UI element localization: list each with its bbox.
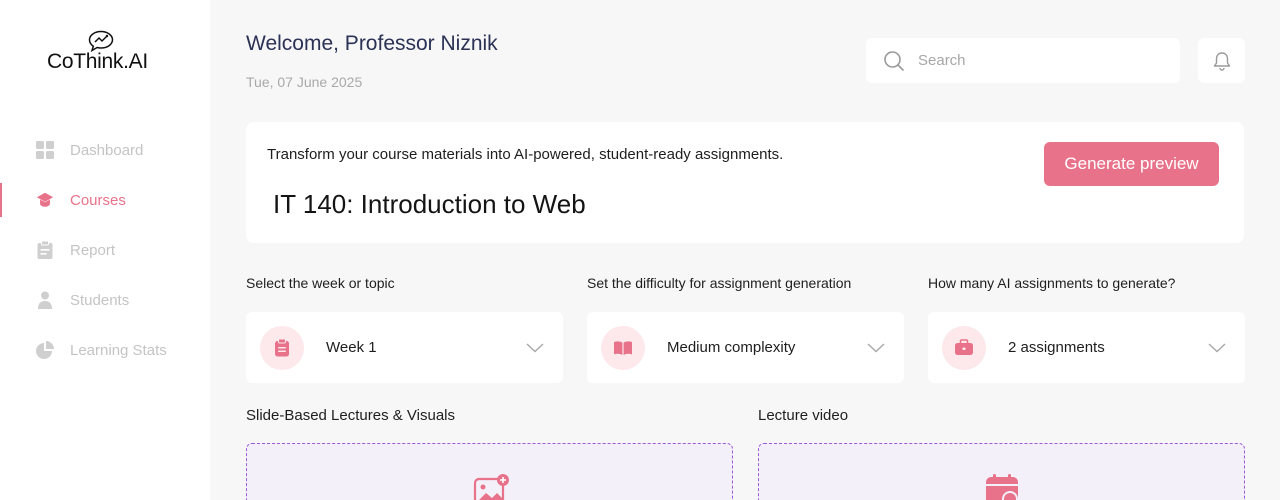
- week-select-value: Week 1: [326, 339, 377, 356]
- assignment-count-value: 2 assignments: [1008, 339, 1105, 356]
- dashboard-grid-icon: [36, 141, 54, 159]
- generate-preview-button[interactable]: Generate preview: [1044, 142, 1219, 186]
- bell-icon: [1213, 51, 1231, 71]
- graduation-cap-icon: [36, 191, 54, 209]
- chevron-down-icon: [866, 338, 886, 358]
- user-icon: [36, 291, 54, 309]
- week-select[interactable]: Week 1: [246, 312, 563, 383]
- sidebar-item-label: Students: [70, 291, 130, 309]
- video-upload-dropzone[interactable]: [758, 443, 1245, 500]
- slides-section-label: Slide-Based Lectures & Visuals: [246, 407, 456, 424]
- chevron-down-icon: [525, 338, 545, 358]
- search-input[interactable]: [918, 52, 1158, 69]
- week-select-label: Select the week or topic: [246, 275, 395, 291]
- briefcase-icon: [942, 325, 986, 370]
- brand-name: CoThink.AI: [47, 50, 148, 73]
- sidebar-item-students[interactable]: Students: [0, 275, 210, 325]
- current-date: Tue, 07 June 2025: [246, 74, 363, 90]
- open-book-icon: [601, 325, 645, 370]
- sidebar-item-learning-stats[interactable]: Learning Stats: [0, 325, 210, 375]
- difficulty-select-label: Set the difficulty for assignment genera…: [587, 275, 852, 291]
- sidebar-item-label: Courses: [70, 191, 126, 209]
- sidebar: CoThink.AI Dashboard Courses Report Stud…: [0, 0, 210, 500]
- sidebar-item-label: Learning Stats: [70, 341, 167, 359]
- assignment-count-label: How many AI assignments to generate?: [928, 275, 1176, 291]
- search-icon: [883, 50, 905, 72]
- sidebar-item-label: Report: [70, 241, 116, 259]
- clipboard-icon: [36, 241, 54, 259]
- course-hero-card: Transform your course materials into AI-…: [246, 122, 1244, 243]
- thought-bubble-icon: [88, 30, 114, 52]
- sidebar-item-dashboard[interactable]: Dashboard: [0, 125, 210, 175]
- difficulty-select[interactable]: Medium complexity: [587, 312, 904, 383]
- brand-logo[interactable]: CoThink.AI: [47, 30, 167, 76]
- search-box[interactable]: [866, 38, 1180, 83]
- hero-tagline: Transform your course materials into AI-…: [267, 146, 784, 163]
- pie-chart-icon: [36, 341, 54, 359]
- sidebar-nav: Dashboard Courses Report Students Learni…: [0, 125, 210, 375]
- slides-upload-dropzone[interactable]: [246, 443, 733, 500]
- difficulty-select-value: Medium complexity: [667, 339, 796, 356]
- image-add-icon: [473, 474, 509, 500]
- clipboard-icon: [260, 325, 304, 370]
- sidebar-item-label: Dashboard: [70, 141, 144, 159]
- sidebar-item-report[interactable]: Report: [0, 225, 210, 275]
- chevron-down-icon: [1207, 338, 1227, 358]
- notifications-button[interactable]: [1198, 38, 1245, 83]
- video-section-label: Lecture video: [758, 407, 849, 424]
- sidebar-item-courses[interactable]: Courses: [0, 175, 210, 225]
- assignment-count-select[interactable]: 2 assignments: [928, 312, 1245, 383]
- calendar-clock-icon: [985, 474, 1019, 500]
- course-title: IT 140: Introduction to Web: [273, 189, 586, 219]
- page-title: Welcome, Professor Niznik: [246, 32, 498, 55]
